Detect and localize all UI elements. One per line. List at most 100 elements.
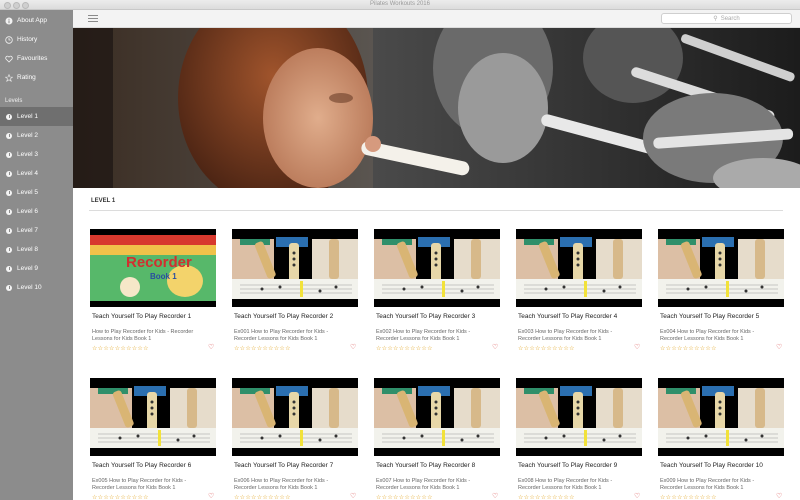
- search-input[interactable]: ⚲ Search: [661, 13, 792, 24]
- video-title[interactable]: Teach Yourself To Play Recorder 3: [376, 313, 475, 320]
- rating-stars[interactable]: ☆☆☆☆☆☆☆☆☆☆: [92, 345, 149, 352]
- video-description: Ex007 How to Play Recorder for Kids - Re…: [376, 478, 471, 491]
- favourite-heart-icon[interactable]: ♡: [350, 492, 356, 500]
- video-title[interactable]: Teach Yourself To Play Recorder 10: [660, 462, 763, 469]
- video-title[interactable]: Teach Yourself To Play Recorder 5: [660, 313, 759, 320]
- video-thumbnail[interactable]: [374, 378, 500, 456]
- video-thumbnail[interactable]: [374, 229, 500, 307]
- sidebar-item-label: Level 9: [17, 265, 38, 272]
- video-description: Ex001 How to Play Recorder for Kids - Re…: [234, 329, 329, 342]
- sidebar-item-label: Level 4: [17, 170, 38, 177]
- video-thumbnail[interactable]: [658, 229, 784, 307]
- search-placeholder: Search: [720, 15, 740, 22]
- info-icon: [6, 246, 12, 253]
- sidebar-item-level-5[interactable]: Level 5: [0, 183, 73, 202]
- sidebar-item-label: History: [17, 36, 38, 43]
- video-description: Ex009 How to Play Recorder for Kids - Re…: [660, 478, 755, 491]
- video-thumbnail[interactable]: [232, 229, 358, 307]
- video-description: Ex003 How to Play Recorder for Kids - Re…: [518, 329, 613, 342]
- sidebar-item-label: Level 5: [17, 189, 38, 196]
- rating-stars[interactable]: ☆☆☆☆☆☆☆☆☆☆: [660, 494, 717, 500]
- sidebar-item-history[interactable]: History: [0, 30, 73, 49]
- sidebar-item-rating[interactable]: Rating: [0, 68, 73, 87]
- rating-stars[interactable]: ☆☆☆☆☆☆☆☆☆☆: [376, 494, 433, 500]
- info-icon: [6, 265, 12, 272]
- video-title[interactable]: Teach Yourself To Play Recorder 1: [92, 313, 191, 320]
- sidebar-item-level-10[interactable]: Level 10: [0, 278, 73, 297]
- video-description: Ex002 How to Play Recorder for Kids - Re…: [376, 329, 471, 342]
- sidebar-item-level-9[interactable]: Level 9: [0, 259, 73, 278]
- sidebar-item-level-7[interactable]: Level 7: [0, 221, 73, 240]
- favourite-heart-icon[interactable]: ♡: [492, 343, 498, 351]
- info-icon: [6, 284, 12, 291]
- levels-heading: Levels: [5, 98, 23, 104]
- rating-stars[interactable]: ☆☆☆☆☆☆☆☆☆☆: [518, 345, 575, 352]
- video-title[interactable]: Teach Yourself To Play Recorder 9: [518, 462, 617, 469]
- info-icon: [6, 208, 12, 215]
- video-description: Ex008 How to Play Recorder for Kids - Re…: [518, 478, 613, 491]
- rating-stars[interactable]: ☆☆☆☆☆☆☆☆☆☆: [92, 494, 149, 500]
- sidebar-item-favourites[interactable]: Favourites: [0, 49, 73, 68]
- sidebar-item-level-3[interactable]: Level 3: [0, 145, 73, 164]
- info-icon: [6, 189, 12, 196]
- info-icon: [5, 17, 13, 25]
- window-title: Pilates Workouts 2016: [370, 1, 430, 7]
- info-icon: [6, 227, 12, 234]
- rating-stars[interactable]: ☆☆☆☆☆☆☆☆☆☆: [660, 345, 717, 352]
- video-title[interactable]: Teach Yourself To Play Recorder 2: [234, 313, 333, 320]
- video-description: Ex006 How to Play Recorder for Kids - Re…: [234, 478, 329, 491]
- section-title: LEVEL 1: [91, 198, 116, 204]
- hero-banner-image: [73, 28, 800, 188]
- video-thumbnail[interactable]: [658, 378, 784, 456]
- favourite-heart-icon[interactable]: ♡: [634, 343, 640, 351]
- sidebar-item-about-app[interactable]: About App: [0, 11, 73, 30]
- rating-stars[interactable]: ☆☆☆☆☆☆☆☆☆☆: [234, 494, 291, 500]
- favourite-heart-icon[interactable]: ♡: [208, 492, 214, 500]
- svg-text:Book 1: Book 1: [150, 272, 177, 281]
- star-icon: [5, 73, 13, 82]
- favourite-heart-icon[interactable]: ♡: [208, 343, 214, 351]
- sidebar-item-level-6[interactable]: Level 6: [0, 202, 73, 221]
- video-thumbnail[interactable]: Recorder Book 1: [90, 229, 216, 307]
- sidebar-item-level-1[interactable]: Level 1: [0, 107, 73, 126]
- favourite-heart-icon[interactable]: ♡: [776, 492, 782, 500]
- favourite-heart-icon[interactable]: ♡: [776, 343, 782, 351]
- list-menu-icon[interactable]: [88, 15, 98, 23]
- video-description: Ex004 How to Play Recorder for Kids - Re…: [660, 329, 755, 342]
- video-title[interactable]: Teach Yourself To Play Recorder 8: [376, 462, 475, 469]
- video-title[interactable]: Teach Yourself To Play Recorder 7: [234, 462, 333, 469]
- clock-icon: [5, 35, 13, 44]
- sidebar-item-label: Level 8: [17, 246, 38, 253]
- sidebar-item-label: Level 2: [17, 132, 38, 139]
- sidebar-item-label: Level 6: [17, 208, 38, 215]
- favourite-heart-icon[interactable]: ♡: [492, 492, 498, 500]
- video-description: How to Play Recorder for Kids - Recorder…: [92, 329, 194, 342]
- rating-stars[interactable]: ☆☆☆☆☆☆☆☆☆☆: [376, 345, 433, 352]
- video-description: Ex005 How to Play Recorder for Kids - Re…: [92, 478, 187, 491]
- favourite-heart-icon[interactable]: ♡: [350, 343, 356, 351]
- rating-stars[interactable]: ☆☆☆☆☆☆☆☆☆☆: [234, 345, 291, 352]
- video-thumbnail[interactable]: [90, 378, 216, 456]
- video-thumbnail[interactable]: [516, 229, 642, 307]
- sidebar-item-level-2[interactable]: Level 2: [0, 126, 73, 145]
- search-icon: ⚲: [713, 16, 718, 22]
- section-divider: [89, 210, 783, 211]
- video-title[interactable]: Teach Yourself To Play Recorder 6: [92, 462, 191, 469]
- toolbar: ⚲ Search: [73, 10, 800, 28]
- info-icon: [6, 151, 12, 158]
- rating-stars[interactable]: ☆☆☆☆☆☆☆☆☆☆: [518, 494, 575, 500]
- info-icon: [6, 132, 12, 139]
- heart-icon: [5, 55, 13, 63]
- sidebar-item-level-4[interactable]: Level 4: [0, 164, 73, 183]
- sidebar-item-label: Rating: [17, 74, 36, 81]
- sidebar-item-label: Level 1: [17, 113, 38, 120]
- video-thumbnail[interactable]: [516, 378, 642, 456]
- sidebar-item-label: Level 3: [17, 151, 38, 158]
- favourite-heart-icon[interactable]: ♡: [634, 492, 640, 500]
- sidebar-item-label: Level 7: [17, 227, 38, 234]
- info-icon: [6, 170, 12, 177]
- sidebar-item-label: About App: [17, 17, 47, 24]
- video-thumbnail[interactable]: [232, 378, 358, 456]
- video-title[interactable]: Teach Yourself To Play Recorder 4: [518, 313, 617, 320]
- sidebar-item-level-8[interactable]: Level 8: [0, 240, 73, 259]
